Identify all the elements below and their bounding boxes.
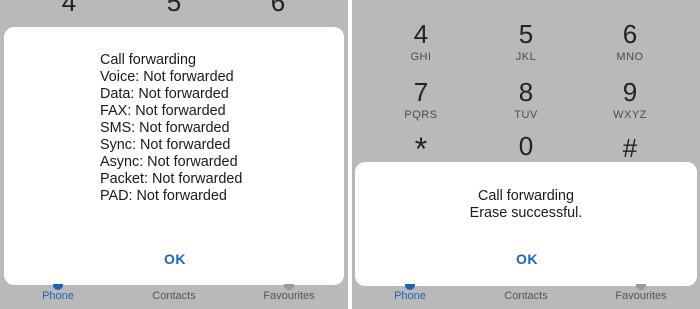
- key-digit: *: [414, 131, 428, 167]
- key-letters: JKL: [515, 51, 537, 63]
- bottom-navigation: Phone Contacts Favourites: [0, 284, 348, 309]
- ok-button[interactable]: OK: [516, 251, 538, 267]
- key-4[interactable]: 4 GHI: [381, 20, 461, 63]
- nav-contacts[interactable]: Contacts: [119, 290, 229, 302]
- key-digit: 5: [518, 19, 534, 49]
- key-digit: 0: [518, 131, 534, 161]
- key-6[interactable]: 6: [238, 0, 318, 16]
- status-line-async: Async: Not forwarded: [100, 154, 238, 170]
- status-line-fax: FAX: Not forwarded: [100, 103, 226, 119]
- bottom-navigation: Phone Contacts Favourites: [352, 284, 700, 309]
- key-letters: GHI: [410, 51, 432, 63]
- key-letters: PQRS: [404, 109, 438, 121]
- key-digit: 6: [270, 0, 286, 17]
- ok-button[interactable]: OK: [164, 251, 186, 267]
- key-9[interactable]: 9 WXYZ: [590, 78, 670, 121]
- key-letters: MNO: [616, 51, 644, 63]
- nav-label: Phone: [394, 290, 426, 302]
- nav-phone[interactable]: Phone: [3, 284, 113, 302]
- nav-favourites[interactable]: Favourites: [586, 284, 696, 302]
- nav-label: Favourites: [263, 290, 315, 302]
- left-phone-screen: 4 5 6 Call forwarding Voice: Not forward…: [0, 0, 348, 309]
- key-letters: TUV: [514, 109, 538, 121]
- nav-label: Phone: [42, 290, 74, 302]
- dialog-title: Call forwarding: [100, 52, 196, 68]
- nav-label: Favourites: [615, 290, 667, 302]
- key-letters: WXYZ: [613, 109, 647, 121]
- erase-result-dialog: Call forwarding Erase successful. OK: [355, 162, 697, 286]
- key-5[interactable]: 5 JKL: [486, 20, 566, 63]
- status-line-sms: SMS: Not forwarded: [100, 120, 230, 136]
- nav-label: Contacts: [504, 290, 548, 302]
- key-digit: #: [622, 133, 638, 163]
- key-hash[interactable]: #: [590, 134, 670, 162]
- key-star[interactable]: *: [381, 131, 461, 167]
- key-digit: 4: [413, 19, 429, 49]
- nav-label: Contacts: [152, 290, 196, 302]
- key-digit: 8: [518, 77, 534, 107]
- key-7[interactable]: 7 PQRS: [381, 78, 461, 121]
- dialog-message: Erase successful.: [469, 205, 583, 221]
- key-digit: 5: [166, 0, 182, 17]
- dialog-content: Call forwarding Erase successful.: [355, 188, 697, 222]
- key-5[interactable]: 5: [134, 0, 214, 16]
- key-8[interactable]: 8 TUV: [486, 78, 566, 121]
- key-digit: 6: [622, 19, 638, 49]
- nav-phone[interactable]: Phone: [355, 284, 465, 302]
- key-4[interactable]: 4: [29, 0, 109, 16]
- nav-contacts[interactable]: Contacts: [471, 290, 581, 302]
- dialog-content: Call forwarding Voice: Not forwarded Dat…: [100, 52, 242, 205]
- status-line-packet: Packet: Not forwarded: [100, 171, 243, 187]
- status-line-sync: Sync: Not forwarded: [100, 137, 231, 153]
- key-6[interactable]: 6 MNO: [590, 20, 670, 63]
- key-digit: 9: [622, 77, 638, 107]
- key-digit: 7: [413, 77, 429, 107]
- status-line-data: Data: Not forwarded: [100, 86, 229, 102]
- dialog-title: Call forwarding: [478, 188, 574, 204]
- key-digit: 4: [61, 0, 77, 17]
- call-forwarding-status-dialog: Call forwarding Voice: Not forwarded Dat…: [4, 27, 344, 285]
- nav-favourites[interactable]: Favourites: [234, 284, 344, 302]
- right-phone-screen: 4 GHI 5 JKL 6 MNO 7 PQRS 8 TUV 9 WXYZ * …: [352, 0, 700, 309]
- status-line-pad: PAD: Not forwarded: [100, 188, 227, 204]
- status-line-voice: Voice: Not forwarded: [100, 69, 234, 85]
